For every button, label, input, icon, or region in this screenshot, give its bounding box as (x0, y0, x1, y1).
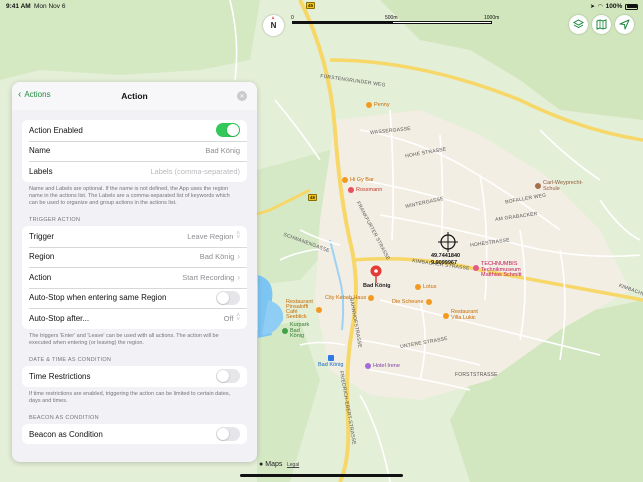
auto-stop-same-row: Auto-Stop when entering same Region (22, 287, 247, 309)
museum-icon (473, 265, 479, 271)
restaurant-icon (316, 307, 322, 313)
poi[interactable]: Restaurant Villa Lukic (443, 309, 478, 321)
action-enabled-row: Action Enabled (22, 120, 247, 141)
auto-stop-after-row[interactable]: Auto-Stop after... Off ˄ ˅ (22, 308, 247, 329)
apple-icon: ● (259, 461, 264, 468)
region-row[interactable]: Region Bad König › (22, 246, 247, 268)
map-icon (596, 19, 607, 30)
wifi-icon: ◠ (598, 4, 603, 10)
panel-header: ‹ Actions Action ✕ (12, 82, 257, 110)
status-date: Mon Nov 6 (34, 3, 66, 10)
restaurant-icon (443, 312, 449, 319)
poi[interactable]: TECHNUMBIS Technikmuseum Matthias Schmit… (473, 261, 535, 279)
coordinates-readout: 49.7441840 9.0099967 (431, 253, 460, 267)
time-restrictions-row: Time Restrictions (22, 366, 247, 387)
poi[interactable]: City Kebab Haus (325, 295, 375, 301)
action-enabled-toggle[interactable] (216, 123, 240, 138)
chevron-up-down-icon: ˄ ˅ (236, 313, 240, 324)
chevron-left-icon: ‹ (18, 88, 22, 100)
poi[interactable]: Rossmann (348, 187, 382, 193)
road-shield: 45 (306, 2, 315, 9)
battery-icon (625, 3, 639, 10)
trigger-section-header: TRIGGER ACTION (29, 217, 81, 224)
labels-row[interactable]: Labels Labels (comma-separated) (22, 161, 247, 182)
poi[interactable]: Lotus (415, 284, 436, 290)
street-label: FORSTSTRASSE (455, 372, 498, 378)
name-footnote: Name and Labels are optional. If the nam… (29, 185, 230, 206)
hotel-icon (365, 363, 371, 369)
scale-label: 1000m (484, 15, 500, 21)
map-scale: 0 500m 1000m (290, 15, 500, 28)
chevron-right-icon: › (237, 272, 240, 282)
location-pin-icon[interactable] (370, 265, 382, 283)
crosshair-icon (438, 232, 458, 252)
poi[interactable]: Bad König (318, 355, 343, 368)
poi[interactable]: Hotel Irene (365, 363, 400, 369)
time-restrictions-toggle[interactable] (216, 369, 240, 384)
datetime-section-header: DATE & TIME AS CONDITION (29, 357, 112, 364)
trigger-row[interactable]: Trigger Leave Region ˄ ˅ (22, 226, 247, 247)
poi[interactable]: Penny (366, 102, 390, 108)
poi[interactable]: Carl-Weyprecht-Schule (535, 180, 595, 192)
school-icon (535, 183, 541, 189)
poi[interactable]: Restaurant Pinsaloffi Café Seeblick (286, 299, 322, 320)
chevron-up-down-icon: ˄ ˅ (236, 231, 240, 242)
trigger-footnote: The triggers 'Enter' and 'Leave' can be … (29, 332, 219, 346)
latitude: 49.7441840 (431, 253, 461, 259)
layers-icon (573, 19, 584, 29)
status-icons: ➤ ◠ 100% (590, 3, 639, 10)
back-button[interactable]: ‹ Actions (18, 88, 51, 100)
compass-button[interactable]: N (263, 15, 284, 36)
poi[interactable]: Die Scheune (392, 299, 432, 305)
beacon-group: Beacon as Condition (22, 423, 247, 445)
beacon-section-header: BEACON AS CONDITION (29, 414, 99, 421)
battery-percent: 100% (605, 3, 623, 10)
map-type-button[interactable] (592, 15, 611, 34)
labels-field[interactable]: Labels (comma-separated) (150, 167, 240, 176)
location-arrow-icon (619, 19, 630, 30)
name-field[interactable]: Bad König (205, 146, 240, 155)
longitude: 9.0099967 (431, 260, 457, 266)
scale-label: 0 (291, 15, 294, 21)
maps-logo: ● Maps (259, 461, 283, 468)
close-button[interactable]: ✕ (237, 91, 247, 101)
restaurant-icon (425, 299, 432, 305)
trigger-group: Trigger Leave Region ˄ ˅ Region Bad König ›… (22, 226, 247, 329)
park-icon (282, 328, 288, 335)
bar-icon (342, 177, 348, 183)
auto-stop-same-toggle[interactable] (216, 290, 240, 305)
scale-label: 500m (385, 15, 398, 21)
scale-bar (292, 21, 492, 24)
locate-button[interactable] (615, 15, 634, 34)
compass-label: N (270, 21, 277, 30)
status-time: 9:41 AM (6, 3, 31, 10)
poi[interactable]: Kurpark Bad König (282, 322, 312, 340)
poi[interactable]: Hi Gy Bar (342, 177, 374, 183)
restaurant-icon (368, 295, 375, 301)
home-indicator[interactable] (240, 474, 403, 477)
location-arrow-icon: ➤ (590, 4, 596, 10)
beacon-row: Beacon as Condition (22, 424, 247, 445)
name-row[interactable]: Name Bad König (22, 140, 247, 162)
time-footnote: If time restrictions are enabled, trigge… (29, 390, 231, 404)
legal-link[interactable]: Legal (287, 462, 299, 468)
shopping-icon (366, 102, 372, 108)
chevron-right-icon: › (237, 252, 240, 262)
road-shield: 45 (308, 194, 317, 201)
panel-title: Action (121, 91, 148, 101)
close-icon: ✕ (239, 93, 245, 100)
bus-stop-icon (327, 355, 334, 361)
beacon-toggle[interactable] (216, 427, 240, 442)
general-group: Action Enabled Name Bad König Labels Lab… (22, 120, 247, 182)
action-panel: ‹ Actions Action ✕ Action Enabled Name B… (12, 82, 257, 462)
restaurant-icon (415, 284, 421, 290)
datetime-group: Time Restrictions (22, 366, 247, 387)
pin-label: Bad König (363, 283, 391, 289)
layers-button[interactable] (569, 15, 588, 34)
pharmacy-icon (348, 187, 354, 193)
action-row[interactable]: Action Start Recording › (22, 267, 247, 288)
